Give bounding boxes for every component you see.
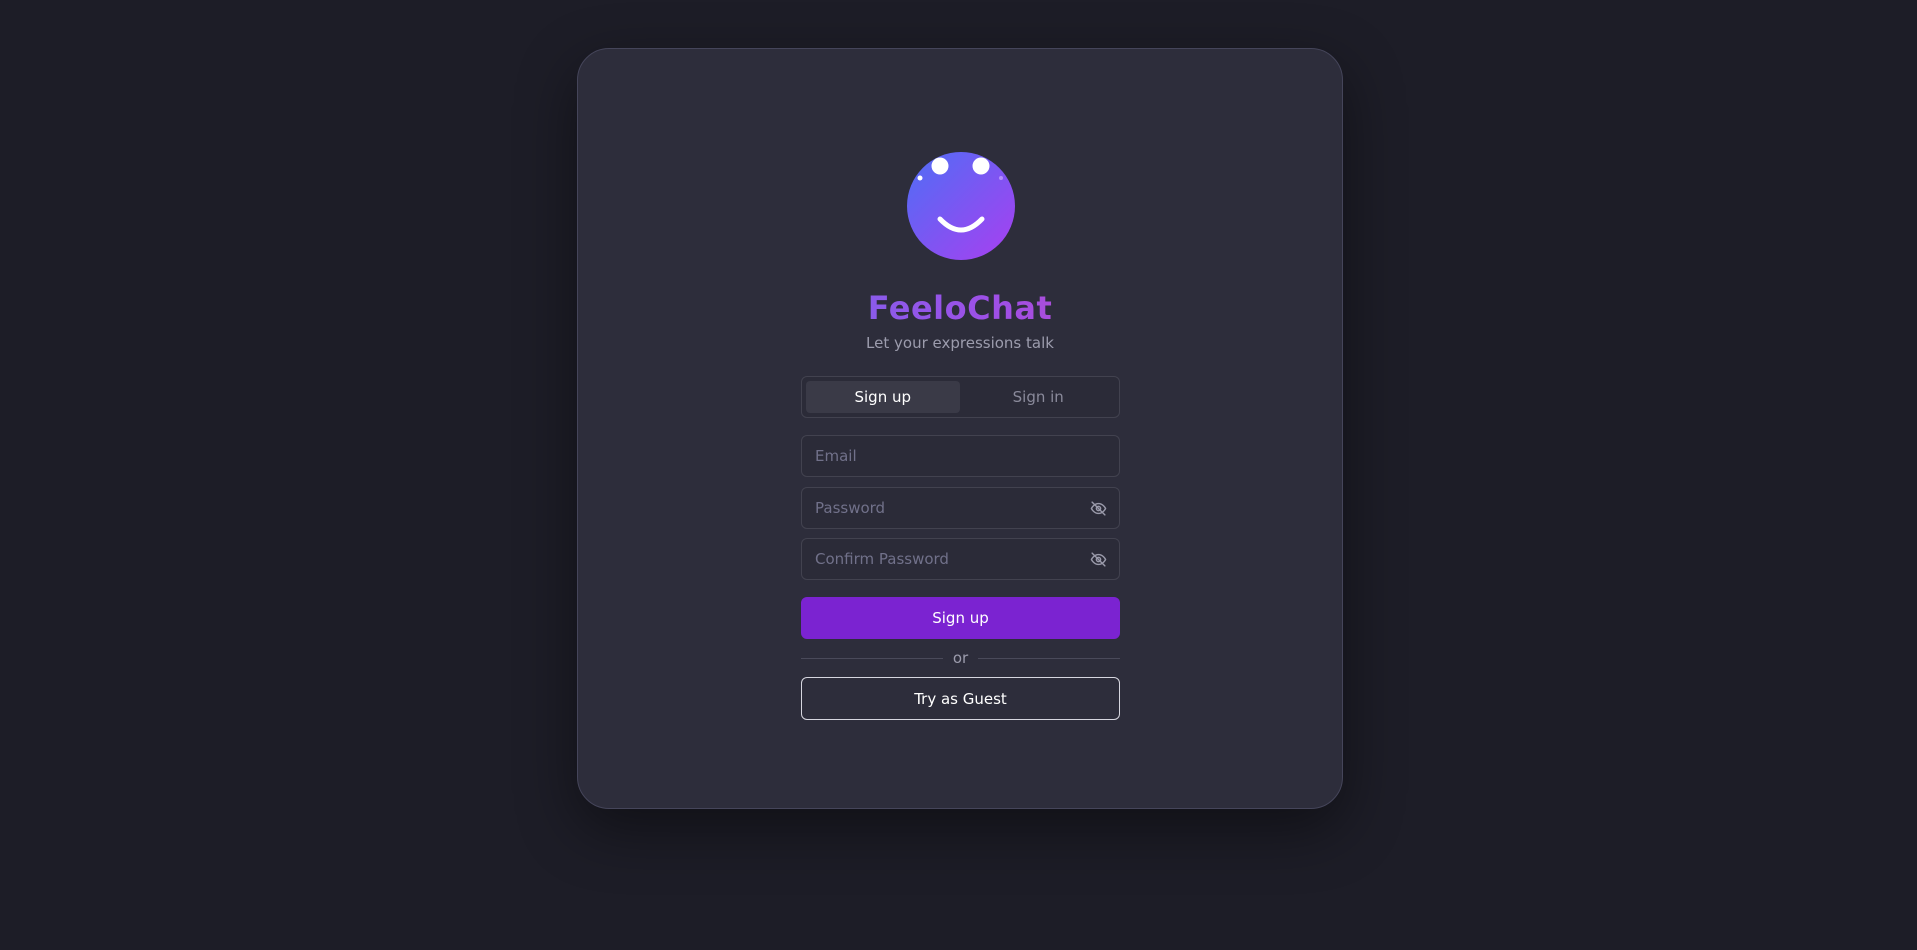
try-as-guest-button[interactable]: Try as Guest (801, 677, 1120, 720)
password-field[interactable] (815, 499, 1089, 517)
eye-off-icon[interactable] (1089, 550, 1107, 568)
divider-line-right (978, 657, 1121, 659)
brand-title: FeeloChat (577, 286, 1343, 330)
divider-line-left (801, 657, 943, 659)
confirm-password-field[interactable] (815, 550, 1089, 568)
brand-name-part2: Chat (967, 289, 1053, 327)
tagline: Let your expressions talk (866, 334, 1054, 352)
auth-tabs: Sign up Sign in (801, 376, 1120, 418)
smiley-face-icon (907, 152, 1015, 260)
divider-label: or (952, 649, 969, 667)
confirm-password-field-container (801, 538, 1120, 580)
brand-name-part1: Feelo (867, 289, 968, 327)
sign-up-button[interactable]: Sign up (801, 597, 1120, 639)
or-divider: or (801, 648, 1121, 668)
eye-off-icon[interactable] (1089, 499, 1107, 517)
email-field-container (801, 435, 1120, 477)
tab-sign-up[interactable]: Sign up (806, 381, 960, 413)
email-field[interactable] (815, 447, 1107, 465)
password-field-container (801, 487, 1120, 529)
tab-sign-in[interactable]: Sign in (962, 381, 1116, 413)
